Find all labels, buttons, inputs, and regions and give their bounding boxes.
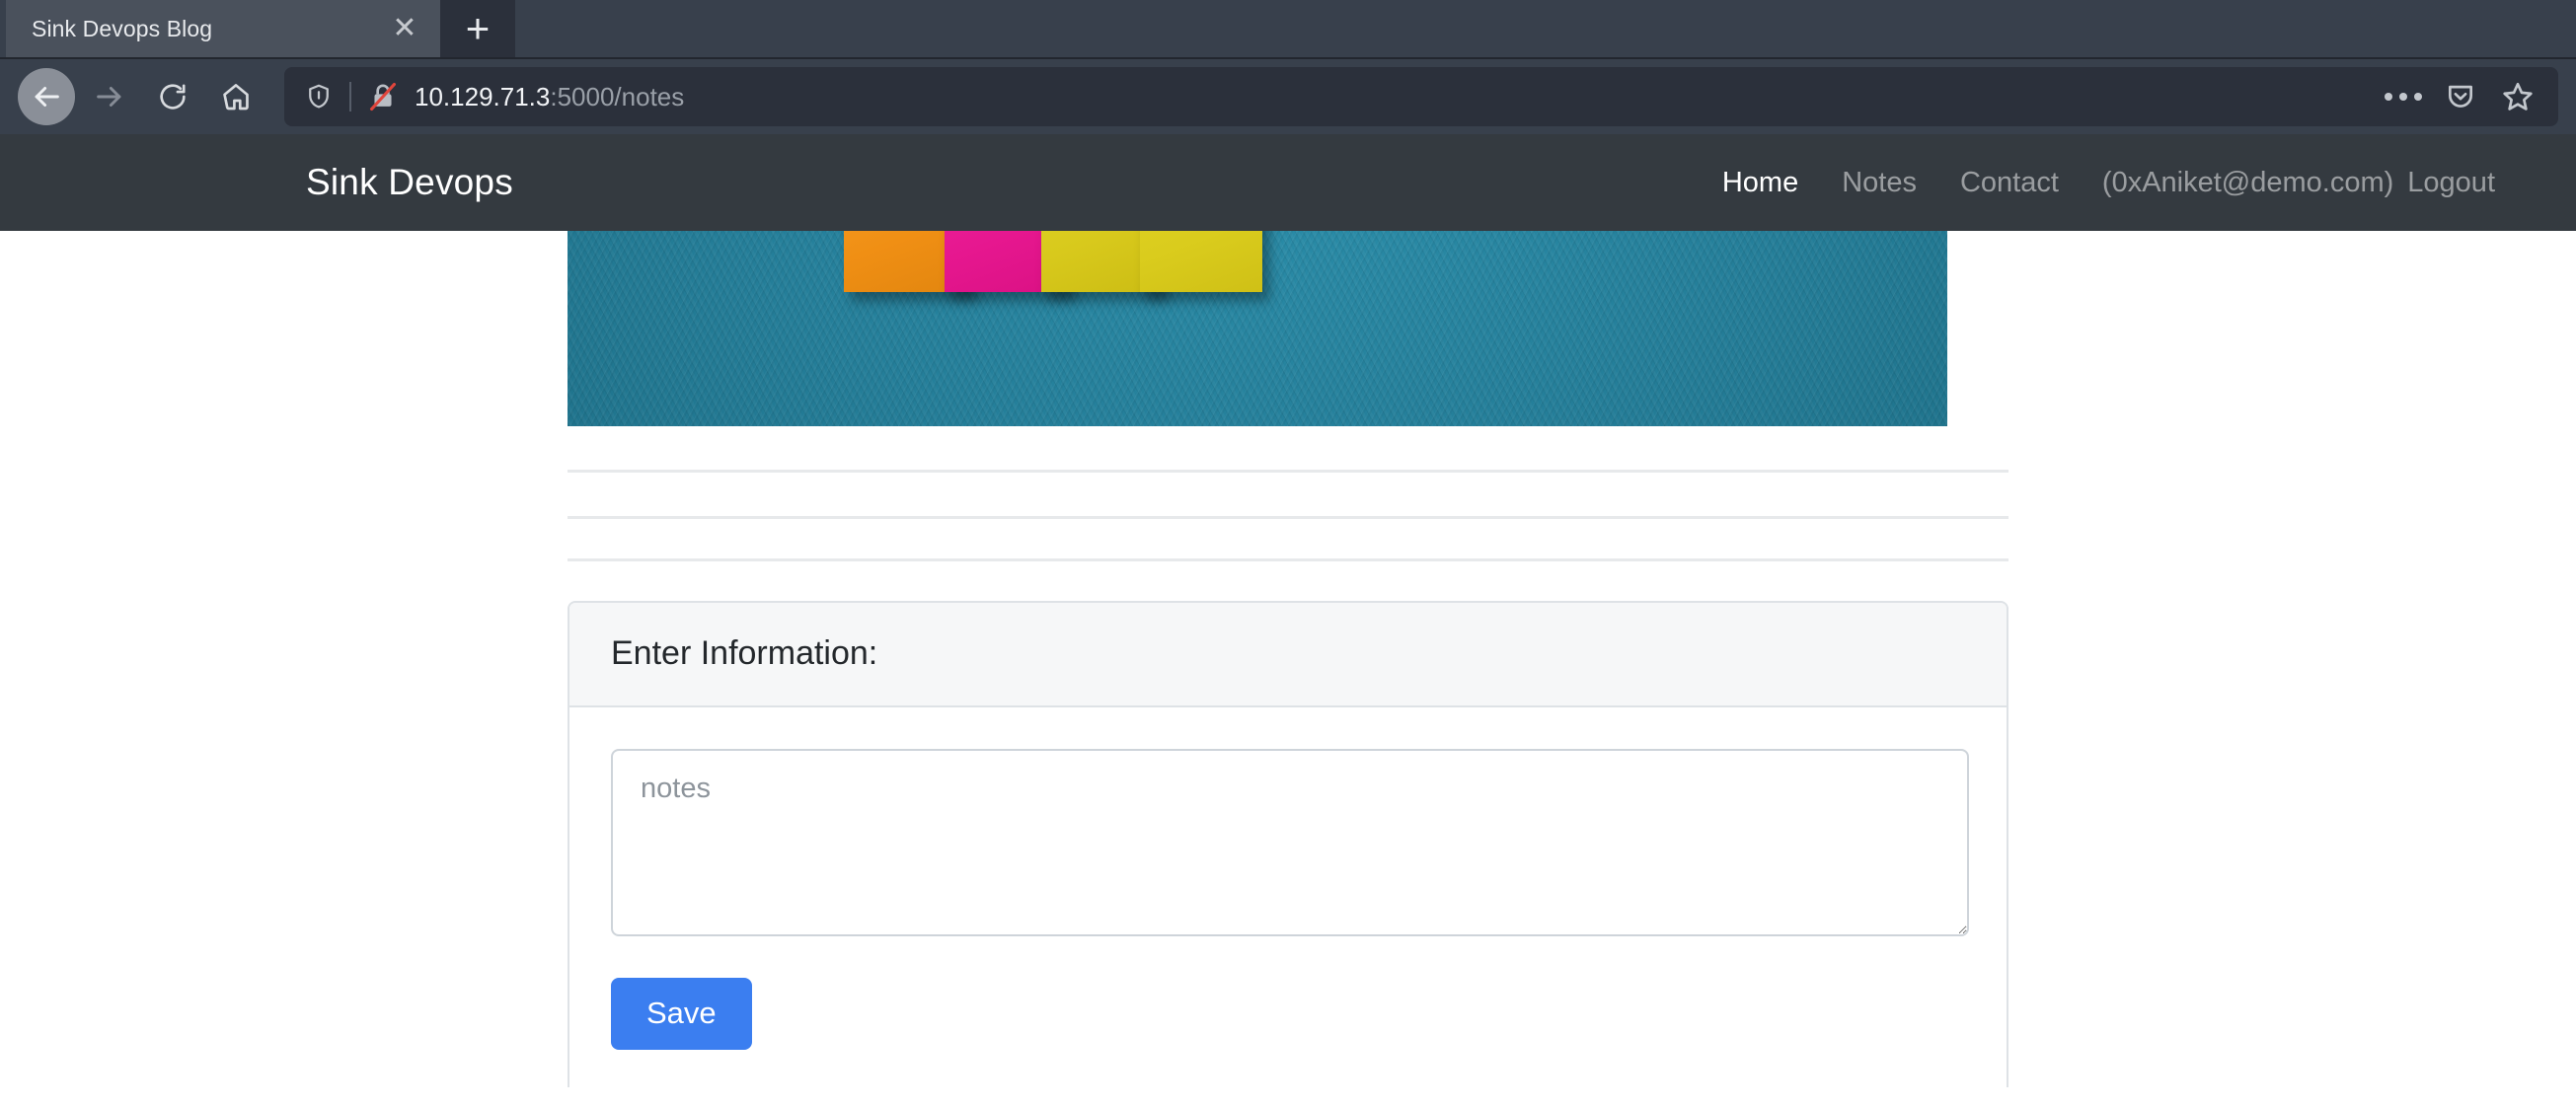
url-path: :5000/notes	[550, 81, 685, 111]
forward-arrow-icon[interactable]	[81, 68, 138, 125]
nav-link-logout[interactable]: Logout	[2399, 167, 2513, 199]
nav-link-home[interactable]: Home	[1701, 167, 1820, 199]
browser-chrome: Sink Devops Blog ✕ + 10.129.71.3:5000/no…	[0, 0, 2576, 134]
divider-3	[568, 558, 2008, 561]
page-content: Sink Devops Home Notes Contact (0xAniket…	[0, 134, 2576, 1087]
browser-tab[interactable]: Sink Devops Blog ✕	[6, 0, 440, 57]
sticky-notes-wall-image	[568, 231, 1947, 426]
home-icon[interactable]	[207, 68, 265, 125]
site-navbar: Sink Devops Home Notes Contact (0xAniket…	[0, 134, 2576, 231]
nav-link-notes[interactable]: Notes	[1820, 167, 1938, 199]
insecure-padlock-icon[interactable]	[367, 81, 399, 112]
tab-strip: Sink Devops Blog ✕ +	[0, 0, 2576, 57]
save-button[interactable]: Save	[611, 978, 752, 1050]
notes-form-card: Enter Information: Save	[568, 601, 2008, 1087]
page-container: Enter Information: Save	[568, 231, 2008, 1087]
site-brand[interactable]: Sink Devops	[306, 162, 513, 203]
url-actions	[2375, 68, 2546, 125]
reload-icon[interactable]	[144, 68, 201, 125]
close-icon[interactable]: ✕	[383, 7, 426, 50]
back-arrow-icon[interactable]	[18, 68, 75, 125]
hero-image	[568, 231, 1947, 426]
tab-title: Sink Devops Blog	[32, 15, 213, 41]
shield-icon[interactable]	[304, 82, 334, 111]
card-body: Save	[569, 707, 2007, 1087]
pocket-icon[interactable]	[2432, 68, 2489, 125]
url-separator	[349, 82, 351, 111]
url-text[interactable]: 10.129.71.3:5000/notes	[415, 82, 2375, 112]
card-header-title: Enter Information:	[569, 603, 2007, 707]
site-nav-links: Home Notes Contact (0xAniket@demo.com) L…	[1701, 167, 2513, 199]
ellipsis-icon[interactable]	[2375, 68, 2432, 125]
nav-user-email: (0xAniket@demo.com)	[2101, 166, 2394, 198]
plus-icon[interactable]: +	[440, 0, 515, 57]
nav-link-contact[interactable]: Contact	[1938, 167, 2081, 199]
star-icon[interactable]	[2489, 68, 2546, 125]
url-host: 10.129.71.3	[415, 81, 551, 111]
url-bar[interactable]: 10.129.71.3:5000/notes	[284, 67, 2558, 126]
sticky-note-yellow-2	[1140, 231, 1262, 292]
browser-toolbar: 10.129.71.3:5000/notes	[0, 57, 2576, 134]
notes-textarea[interactable]	[611, 749, 1969, 936]
